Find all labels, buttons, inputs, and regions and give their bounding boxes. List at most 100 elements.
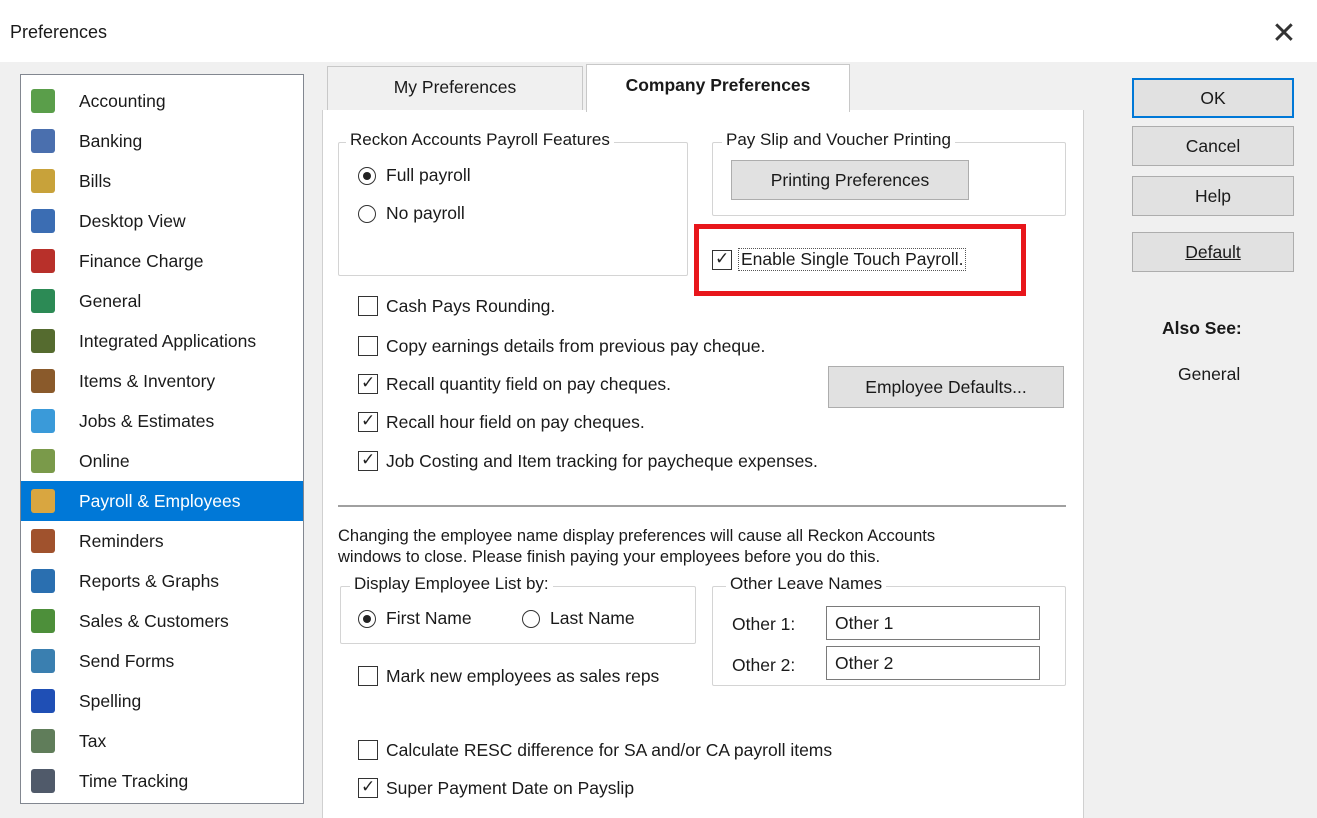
stp-checkbox[interactable]: ✓ <box>712 249 732 270</box>
sidebar-item-time-tracking[interactable]: Time Tracking <box>21 761 303 801</box>
online-icon <box>31 449 55 473</box>
default-button[interactable]: Default <box>1132 232 1294 272</box>
sidebar-item-accounting[interactable]: Accounting <box>21 81 303 121</box>
sidebar-item-bills[interactable]: Bills <box>21 161 303 201</box>
no-payroll-label: No payroll <box>386 203 465 223</box>
sidebar-item-payroll-employees[interactable]: Payroll & Employees <box>21 481 303 521</box>
super-payment-date-label: Super Payment Date on Payslip <box>386 778 635 798</box>
sidebar-item-label: Finance Charge <box>79 250 204 271</box>
full-payroll-radio[interactable] <box>358 167 376 185</box>
check-icon: ✓ <box>361 411 376 430</box>
sidebar-item-spelling[interactable]: Spelling <box>21 681 303 721</box>
reminders-icon <box>31 529 55 553</box>
check-icon: ✓ <box>361 777 376 796</box>
cancel-label: Cancel <box>1185 136 1241 156</box>
sidebar-item-label: Reports & Graphs <box>79 570 220 591</box>
first-name-radio[interactable] <box>358 610 376 628</box>
jobs-estimates-icon <box>31 409 55 433</box>
ok-button[interactable]: OK <box>1132 78 1294 118</box>
sidebar-item-label: Spelling <box>79 690 142 711</box>
sidebar-item-reminders[interactable]: Reminders <box>21 521 303 561</box>
recall-hour-checkbox[interactable]: ✓ <box>358 411 378 432</box>
sidebar-item-send-forms[interactable]: Send Forms <box>21 641 303 681</box>
banking-icon <box>31 129 55 153</box>
recall-quantity-label: Recall quantity field on pay cheques. <box>386 374 672 394</box>
notice-line-1: Changing the employee name display prefe… <box>338 527 936 545</box>
desktop-view-icon <box>31 209 55 233</box>
reports-graphs-icon <box>31 569 55 593</box>
sidebar-item-label: Items & Inventory <box>79 370 216 391</box>
cancel-button[interactable]: Cancel <box>1132 126 1294 166</box>
also-see-general-link[interactable]: General <box>1178 364 1240 385</box>
cash-pays-rounding-checkbox[interactable] <box>358 296 378 316</box>
sidebar-item-banking[interactable]: Banking <box>21 121 303 161</box>
sidebar-item-label: Payroll & Employees <box>79 490 241 511</box>
spelling-icon <box>31 689 55 713</box>
copy-earnings-checkbox[interactable] <box>358 336 378 356</box>
tab-company-preferences[interactable]: Company Preferences <box>586 64 850 112</box>
copy-earnings-label: Copy earnings details from previous pay … <box>386 336 766 356</box>
help-button[interactable]: Help <box>1132 176 1294 216</box>
sidebar-item-label: Tax <box>79 730 107 751</box>
sidebar-item-online[interactable]: Online <box>21 441 303 481</box>
sidebar-item-label: Reminders <box>79 530 164 551</box>
cash-pays-rounding-label: Cash Pays Rounding. <box>386 296 556 316</box>
category-list[interactable]: Accounting Banking Bills Desktop View Fi… <box>20 74 304 804</box>
other-2-input[interactable]: Other 2 <box>826 646 1040 680</box>
first-name-label: First Name <box>386 608 472 628</box>
other-1-label: Other 1: <box>732 614 796 634</box>
accounting-icon <box>31 89 55 113</box>
send-forms-icon <box>31 649 55 673</box>
mark-sales-reps-checkbox[interactable] <box>358 666 378 686</box>
sidebar-item-finance-charge[interactable]: Finance Charge <box>21 241 303 281</box>
items-inventory-icon <box>31 369 55 393</box>
integrated-applications-icon <box>31 329 55 353</box>
resc-difference-checkbox[interactable] <box>358 740 378 760</box>
also-see-heading: Also See: <box>1162 318 1242 338</box>
sidebar-item-label: Integrated Applications <box>79 330 257 351</box>
other-leave-legend: Other Leave Names <box>726 574 887 594</box>
title-bar <box>0 0 1317 62</box>
sidebar-item-sales-customers[interactable]: Sales & Customers <box>21 601 303 641</box>
sidebar-item-label: Online <box>79 450 130 471</box>
display-list-legend: Display Employee List by: <box>350 574 553 594</box>
sidebar-item-label: Accounting <box>79 90 166 111</box>
sidebar-item-label: Banking <box>79 130 143 151</box>
sidebar-item-label: Sales & Customers <box>79 610 229 631</box>
close-icon[interactable]: ✕ <box>1264 14 1304 54</box>
mark-sales-reps-label: Mark new employees as sales reps <box>386 666 660 686</box>
recall-quantity-checkbox[interactable]: ✓ <box>358 373 378 394</box>
sidebar-item-label: Time Tracking <box>79 770 189 791</box>
sidebar-item-integrated-applications[interactable]: Integrated Applications <box>21 321 303 361</box>
other-1-input[interactable]: Other 1 <box>826 606 1040 640</box>
printing-preferences-button[interactable]: Printing Preferences <box>731 160 969 200</box>
time-tracking-icon <box>31 769 55 793</box>
printing-preferences-label: Printing Preferences <box>770 170 930 190</box>
payroll-features-legend: Reckon Accounts Payroll Features <box>346 130 614 150</box>
no-payroll-radio[interactable] <box>358 205 376 223</box>
job-costing-label: Job Costing and Item tracking for payche… <box>386 451 818 471</box>
sidebar-item-general[interactable]: General <box>21 281 303 321</box>
sidebar-item-items-inventory[interactable]: Items & Inventory <box>21 361 303 401</box>
last-name-radio[interactable] <box>522 610 540 628</box>
recall-hour-label: Recall hour field on pay cheques. <box>386 412 645 432</box>
tax-icon <box>31 729 55 753</box>
sidebar-item-reports-graphs[interactable]: Reports & Graphs <box>21 561 303 601</box>
general-icon <box>31 289 55 313</box>
sidebar-item-jobs-estimates[interactable]: Jobs & Estimates <box>21 401 303 441</box>
sidebar-item-label: Bills <box>79 170 112 191</box>
sidebar-item-desktop-view[interactable]: Desktop View <box>21 201 303 241</box>
job-costing-checkbox[interactable]: ✓ <box>358 450 378 471</box>
super-payment-date-checkbox[interactable]: ✓ <box>358 777 378 798</box>
sidebar-item-tax[interactable]: Tax <box>21 721 303 761</box>
sidebar-item-label: Jobs & Estimates <box>79 410 215 431</box>
resc-difference-label: Calculate RESC difference for SA and/or … <box>386 740 833 760</box>
tab-label: My Preferences <box>393 77 517 97</box>
payslip-printing-legend: Pay Slip and Voucher Printing <box>722 130 955 150</box>
ok-label: OK <box>1200 88 1226 108</box>
employee-defaults-button[interactable]: Employee Defaults... <box>828 366 1064 408</box>
payroll-employees-icon <box>31 489 55 513</box>
tab-label: Company Preferences <box>625 75 811 95</box>
section-divider <box>338 505 1066 508</box>
tab-my-preferences[interactable]: My Preferences <box>327 66 583 110</box>
